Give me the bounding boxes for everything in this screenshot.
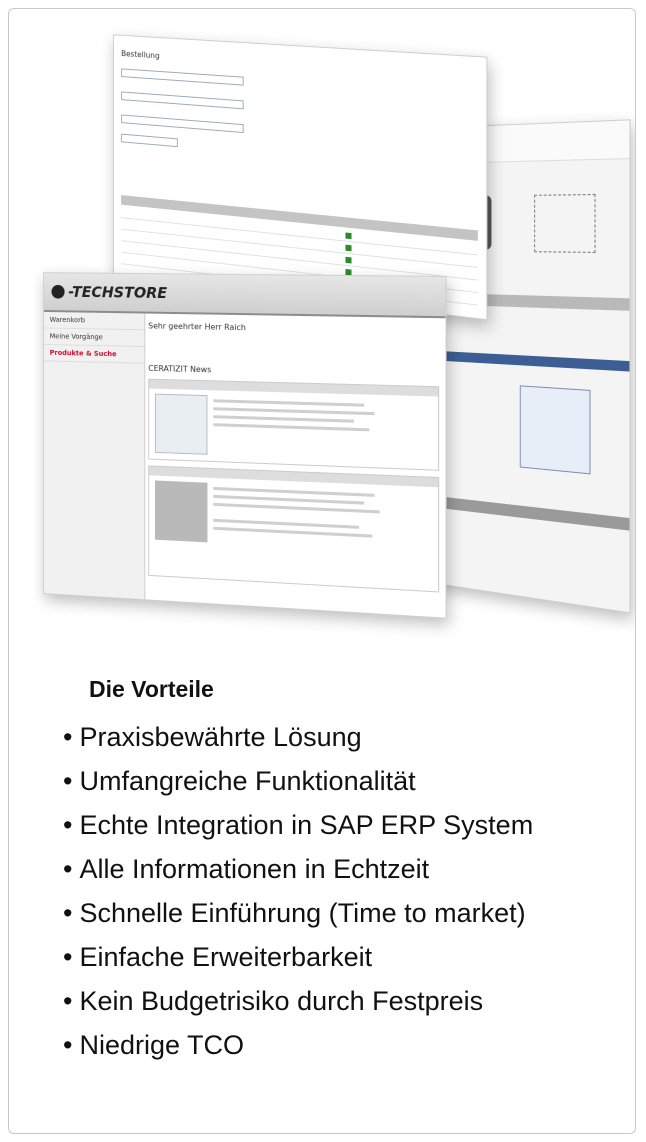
techstore-logo: -TECHSTORE <box>51 283 168 302</box>
order-input-field <box>121 68 244 86</box>
news-product-image <box>154 480 208 543</box>
benefit-item: • Niedrige TCO <box>63 1030 245 1060</box>
techstore-main: Sehr geehrter Herr Raich CERATIZIT News <box>148 318 440 618</box>
order-input-field <box>121 91 244 110</box>
techstore-screenshot: -TECHSTORE Warenkorb Meine Vorgänge Prod… <box>43 272 447 619</box>
benefits-list: • Praxisbewährte Lösung • Umfangreiche Fun… <box>9 715 635 1067</box>
techstore-header: -TECHSTORE <box>44 273 446 319</box>
benefit-item: • Alle Informationen in Echtzeit <box>63 854 430 884</box>
nav-item-meine-vorgaenge: Meine Vorgänge <box>44 328 145 348</box>
nav-item-warenkorb: Warenkorb <box>44 311 145 331</box>
benefit-item: • Praxisbewährte Lösung <box>63 722 362 752</box>
order-input-field <box>121 114 244 134</box>
news-box-tipps <box>148 378 440 471</box>
benefit-item: • Echte Integration in SAP ERP System <box>63 810 534 840</box>
nav-item-produkte-suche: Produkte & Suche <box>44 344 145 364</box>
techstore-sidebar: Warenkorb Meine Vorgänge Produkte & Such… <box>44 311 146 600</box>
techstore-greeting: Sehr geehrter Herr Raich <box>148 321 246 333</box>
logo-circle-icon <box>51 284 65 299</box>
news-thumbnail <box>154 393 208 455</box>
benefit-item: • Umfangreiche Funktionalität <box>63 766 416 796</box>
benefit-item: • Schnelle Einführung (Time to market) <box>63 898 526 928</box>
techstore-news-heading: CERATIZIT News <box>148 363 212 375</box>
selection-list <box>519 385 591 475</box>
content-card: Bestellung -TECHSTORE Warenkorb Meine Vo… <box>8 8 636 1134</box>
benefit-item: • Einfache Erweiterbarkeit <box>63 942 373 972</box>
news-box-product <box>148 465 440 593</box>
benefits-section: Die Vorteile • Praxisbewährte Lösung • Umf… <box>9 674 635 1067</box>
tool-drawing-image <box>534 194 596 253</box>
order-date-field <box>121 133 178 148</box>
benefits-heading: Die Vorteile <box>89 676 214 702</box>
benefit-item: • Kein Budgetrisiko durch Festpreis <box>63 986 484 1016</box>
screenshot-collage: Bestellung -TECHSTORE Warenkorb Meine Vo… <box>9 9 635 649</box>
